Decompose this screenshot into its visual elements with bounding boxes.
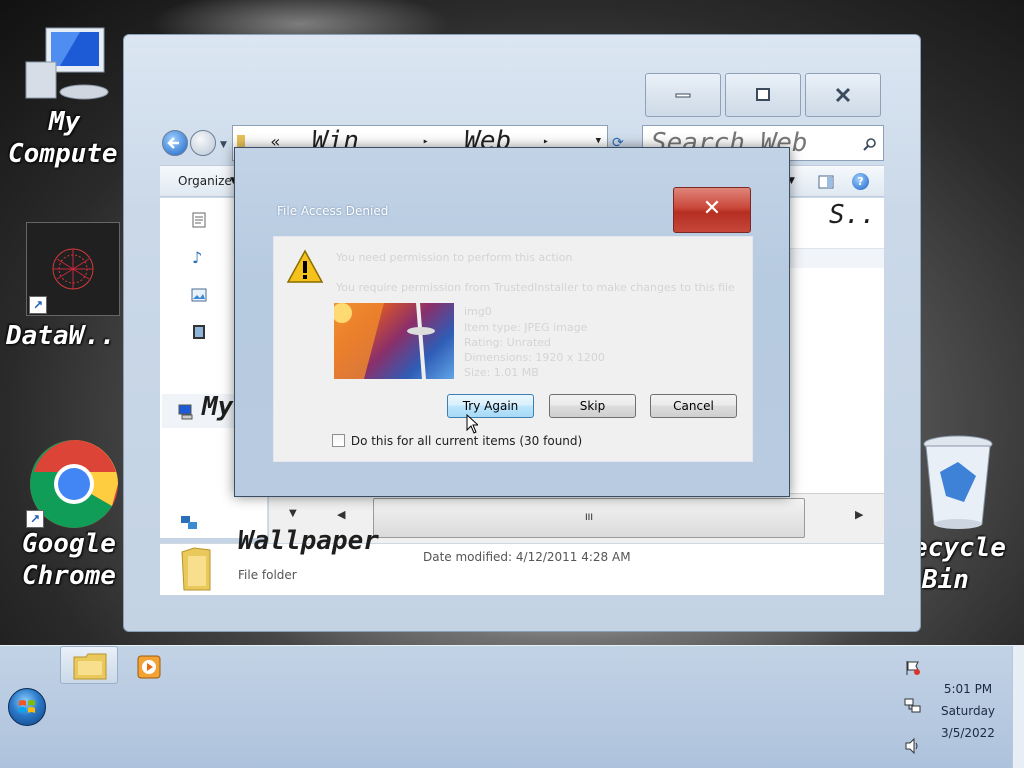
computer-icon (178, 404, 193, 420)
search-icon[interactable] (863, 137, 877, 151)
close-window-button[interactable] (805, 73, 881, 117)
clock-time: 5:01 PM (943, 682, 993, 696)
desktop-icon-dataw[interactable]: ↗ DataW.. (2, 222, 127, 352)
warning-icon (286, 249, 324, 283)
scroll-left-button[interactable]: ◀ (337, 508, 345, 521)
show-desktop-button[interactable] (1012, 646, 1024, 768)
taskbar: 5:01 PM Saturday 3/5/2022 (0, 645, 1024, 768)
volume-icon[interactable] (904, 737, 922, 755)
scroll-grip: III (585, 513, 593, 523)
desktop-icon-label: Compute (8, 139, 118, 169)
maximize-button[interactable] (725, 73, 801, 117)
header-divider (789, 248, 884, 268)
desktop-icon-label: Chrome (22, 561, 116, 591)
maximize-icon (756, 88, 770, 101)
folder-name: Wallpaper (238, 526, 379, 556)
scroll-thumb[interactable]: III (373, 498, 805, 538)
dialog-title: File Access Denied (277, 204, 389, 218)
address-dropdown-icon[interactable]: ▼ (596, 136, 601, 146)
close-icon: ✕ (702, 196, 722, 221)
cancel-button[interactable]: Cancel (650, 394, 737, 418)
clock-day: Saturday (940, 704, 996, 718)
music-icon[interactable]: ♪ (192, 248, 202, 267)
start-button[interactable] (8, 688, 46, 726)
close-icon (835, 87, 851, 103)
recycle-bin-icon (923, 435, 993, 529)
file-access-denied-dialog: File Access Denied ✕ You need permission… (234, 147, 790, 497)
scroll-right-button[interactable]: ▶ (855, 508, 863, 521)
desktop-icon-label: Google (22, 529, 116, 559)
desktop-icon-label: Bin (922, 565, 969, 595)
details-pane: Wallpaper File folder Date modified: 4/1… (160, 526, 884, 595)
desktop-icon-label: DataW.. (6, 321, 116, 351)
nav-item-label: My (202, 392, 234, 422)
breadcrumb-arrow-icon[interactable]: ▸ (543, 136, 549, 147)
desktop-icon-recycle-bin[interactable]: ecycle Bin (912, 432, 1024, 596)
breadcrumb-arrow-icon[interactable]: ▸ (423, 136, 429, 147)
taskbar-media-player-button[interactable] (134, 646, 166, 684)
network-icon[interactable] (904, 698, 922, 714)
system-clock[interactable]: 5:01 PM Saturday 3/5/2022 (926, 678, 1010, 744)
apply-to-all-label[interactable]: Do this for all current items (30 found) (351, 434, 582, 448)
shortcut-arrow-icon: ↗ (29, 296, 47, 314)
desktop-icon-label: My (48, 107, 81, 137)
desktop-icon-google-chrome[interactable]: ↗ Google Chrome (22, 438, 127, 592)
file-name: img0 (464, 305, 492, 318)
shortcut-arrow-icon: ↗ (26, 510, 44, 528)
taskbar-explorer-button[interactable] (60, 646, 118, 684)
message-heading: You need permission to perform this acti… (336, 251, 573, 264)
apply-to-all-option[interactable]: Do this for all current items (30 found) (332, 433, 582, 449)
desktop-icon-my-computer[interactable]: My Compute (2, 22, 127, 170)
computer-icon (25, 27, 108, 100)
column-header-size[interactable]: S.. (829, 200, 876, 230)
minimize-button[interactable] (645, 73, 721, 117)
back-arrow-icon (167, 137, 179, 149)
folder-type: File folder (238, 568, 297, 582)
folder-icon (73, 653, 107, 680)
file-size: Size: 1.01 MB (464, 366, 539, 379)
forward-button[interactable] (190, 130, 216, 156)
mouse-cursor-icon (466, 414, 478, 434)
try-again-button[interactable]: Try Again (447, 394, 534, 418)
file-rating: Rating: Unrated (464, 336, 552, 349)
file-dimensions: Dimensions: 1920 x 1200 (464, 351, 605, 364)
skip-button[interactable]: Skip (549, 394, 636, 418)
preview-pane-icon[interactable] (818, 174, 834, 190)
windows-logo-icon (19, 700, 35, 713)
apply-to-all-checkbox[interactable] (332, 434, 345, 447)
dialog-body: You need permission to perform this acti… (273, 236, 753, 462)
videos-icon[interactable] (192, 324, 206, 340)
folder-icon (181, 547, 211, 591)
clock-date: 3/5/2022 (941, 726, 995, 740)
minimize-icon (675, 93, 691, 98)
action-center-flag-icon[interactable] (904, 660, 922, 676)
pictures-icon[interactable] (191, 288, 207, 302)
organize-button[interactable]: Organize (178, 174, 232, 188)
scroll-left-arrow-icon[interactable]: ▼ (289, 508, 297, 519)
file-thumbnail (334, 303, 454, 379)
file-item-type: Item type: JPEG image (464, 321, 588, 334)
date-modified: Date modified: 4/12/2011 4:28 AM (423, 550, 631, 564)
dialog-close-button[interactable]: ✕ (673, 187, 751, 233)
media-player-icon (137, 655, 161, 679)
back-button[interactable] (162, 130, 188, 156)
documents-icon[interactable] (192, 212, 206, 228)
message-detail: You require permission from TrustedInsta… (336, 281, 735, 294)
desktop-icon-label: ecycle (912, 533, 1006, 563)
recent-pages-dropdown[interactable]: ▼ (220, 140, 227, 150)
network-icon[interactable] (180, 514, 198, 530)
help-icon[interactable]: ? (852, 173, 869, 190)
